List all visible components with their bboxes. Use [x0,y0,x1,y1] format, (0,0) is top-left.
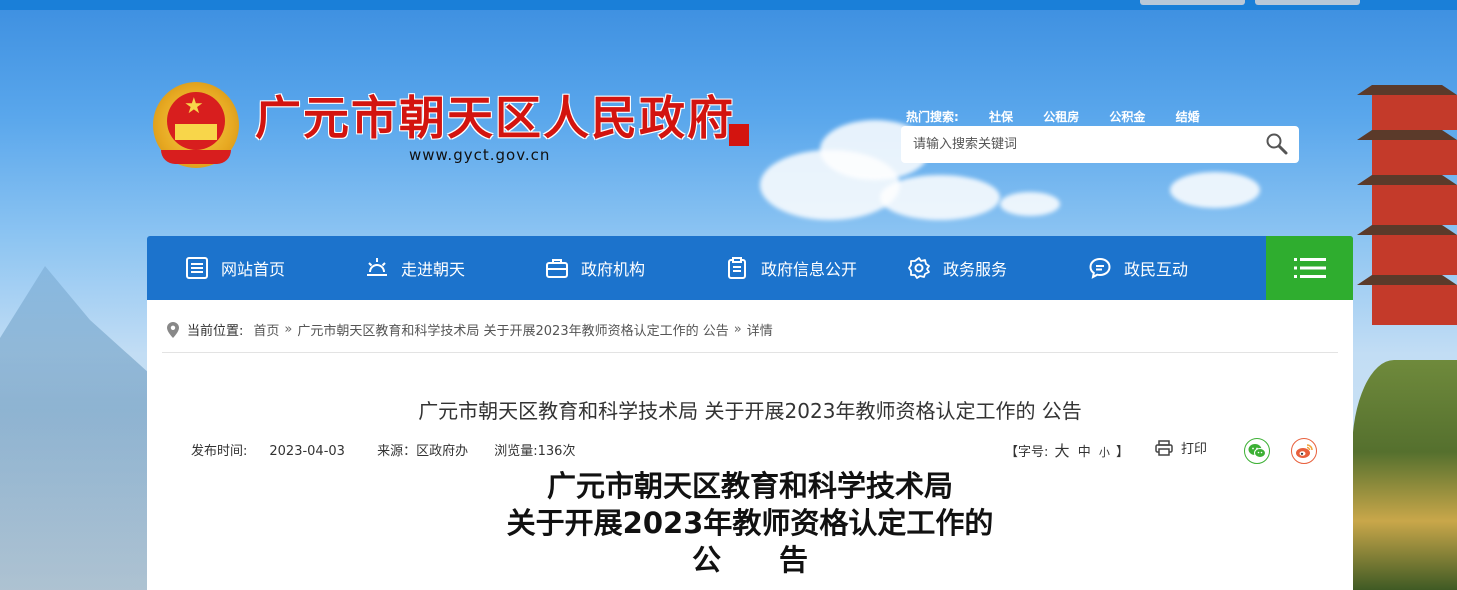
nav-label: 走进朝天 [401,260,466,279]
list-icon [186,257,208,279]
hot-term-link[interactable]: 公租房 [1043,108,1079,125]
seal-stamp [729,124,749,146]
nav-label: 政民互动 [1124,260,1189,279]
body-title-line3: 公 告 [691,543,808,577]
clipboard-icon [728,257,746,279]
font-size-large[interactable]: 大 [1055,442,1070,460]
hot-term-link[interactable]: 公积金 [1109,108,1145,125]
chat-icon [1089,257,1111,279]
publish-label: 发布时间: [191,444,248,459]
top-bar [0,0,1457,10]
breadcrumb-separator: » [733,322,742,337]
breadcrumb-label: 当前位置: [187,324,244,339]
breadcrumb-home-link[interactable]: 首页 [253,320,279,339]
nav-item-info-disclosure[interactable]: 政府信息公开 [725,236,857,300]
font-size-medium[interactable]: 中 [1078,445,1091,460]
share-weibo-button[interactable] [1291,438,1317,464]
national-emblem-logo[interactable]: ★ [153,82,239,172]
cloud-decoration [1170,172,1260,208]
pagoda-tower-image [1352,75,1457,590]
top-link-placeholder[interactable] [1140,0,1245,5]
hot-term-link[interactable]: 结婚 [1176,108,1200,125]
article-meta: 发布时间: 2023-04-03 来源：区政府办 浏览量:136次 [191,440,597,459]
printer-icon [1155,439,1173,456]
breadcrumb: 当前位置: 首页 » 广元市朝天区教育和科学技术局 关于开展2023年教师资格认… [167,320,773,339]
view-count: 浏览量:136次 [494,444,576,459]
font-size-label: 【字号: [1005,445,1049,460]
share-wechat-button[interactable] [1244,438,1270,464]
weibo-icon [1296,444,1313,458]
site-url: www.gyct.gov.cn [409,146,551,164]
body-title-line2: 关于开展2023年教师资格认定工作的 [506,506,994,540]
nav-item-services[interactable]: 政务服务 [907,236,1007,300]
nav-label: 政府信息公开 [761,260,858,279]
cloud-decoration [880,175,1000,220]
gear-icon [908,257,930,279]
publish-date: 2023-04-03 [269,444,345,459]
hamburger-icon [1293,258,1326,278]
nav-item-interaction[interactable]: 政民互动 [1088,236,1188,300]
hot-search: 热门搜索: 社保 公租房 公积金 结婚 [906,108,1226,126]
site-title[interactable]: 广元市朝天区人民政府 [255,92,735,144]
search-button[interactable] [1265,132,1289,156]
sunrise-icon [367,258,387,276]
article-source: 来源：区政府办 [377,444,469,459]
print-label: 打印 [1181,442,1208,457]
cloud-decoration [1000,192,1060,216]
top-link-placeholder[interactable] [1255,0,1360,5]
search-box [901,126,1299,163]
article-title: 广元市朝天区教育和科学技术局 关于开展2023年教师资格认定工作的 公告 [418,399,1082,423]
nav-item-home[interactable]: 网站首页 [185,236,285,300]
search-icon [1266,133,1288,155]
breadcrumb-separator: » [284,322,293,337]
search-input[interactable] [913,134,1253,154]
hot-term-link[interactable]: 社保 [989,108,1013,125]
mountain-background [0,266,150,590]
divider [162,352,1338,353]
content-panel: 当前位置: 首页 » 广元市朝天区教育和科学技术局 关于开展2023年教师资格认… [147,300,1353,590]
breadcrumb-current: 详情 [746,324,773,339]
main-nav: 网站首页 走进朝天 政府机构 政府信息公开 政务服务 政民互动 [147,236,1353,300]
body-title-line1: 广元市朝天区教育和科学技术局 [546,469,953,503]
nav-item-government-agencies[interactable]: 政府机构 [545,236,645,300]
breadcrumb-article-link[interactable]: 广元市朝天区教育和科学技术局 关于开展2023年教师资格认定工作的 公告 [297,320,728,339]
font-size-close: 】 [1115,445,1129,460]
nav-label: 政府机构 [581,260,646,279]
print-button[interactable]: 打印 [1155,438,1207,457]
location-pin-icon [167,321,179,338]
menu-button[interactable] [1266,236,1353,300]
nav-label: 网站首页 [221,260,286,279]
font-size-small[interactable]: 小 [1099,446,1110,459]
font-size-control: 【字号: 大 中 小 】 [1005,440,1129,461]
briefcase-icon [546,259,568,278]
nav-item-about[interactable]: 走进朝天 [365,236,465,300]
wechat-icon [1248,444,1266,458]
hot-search-label: 热门搜索: [906,110,959,124]
nav-label: 政务服务 [943,260,1008,279]
